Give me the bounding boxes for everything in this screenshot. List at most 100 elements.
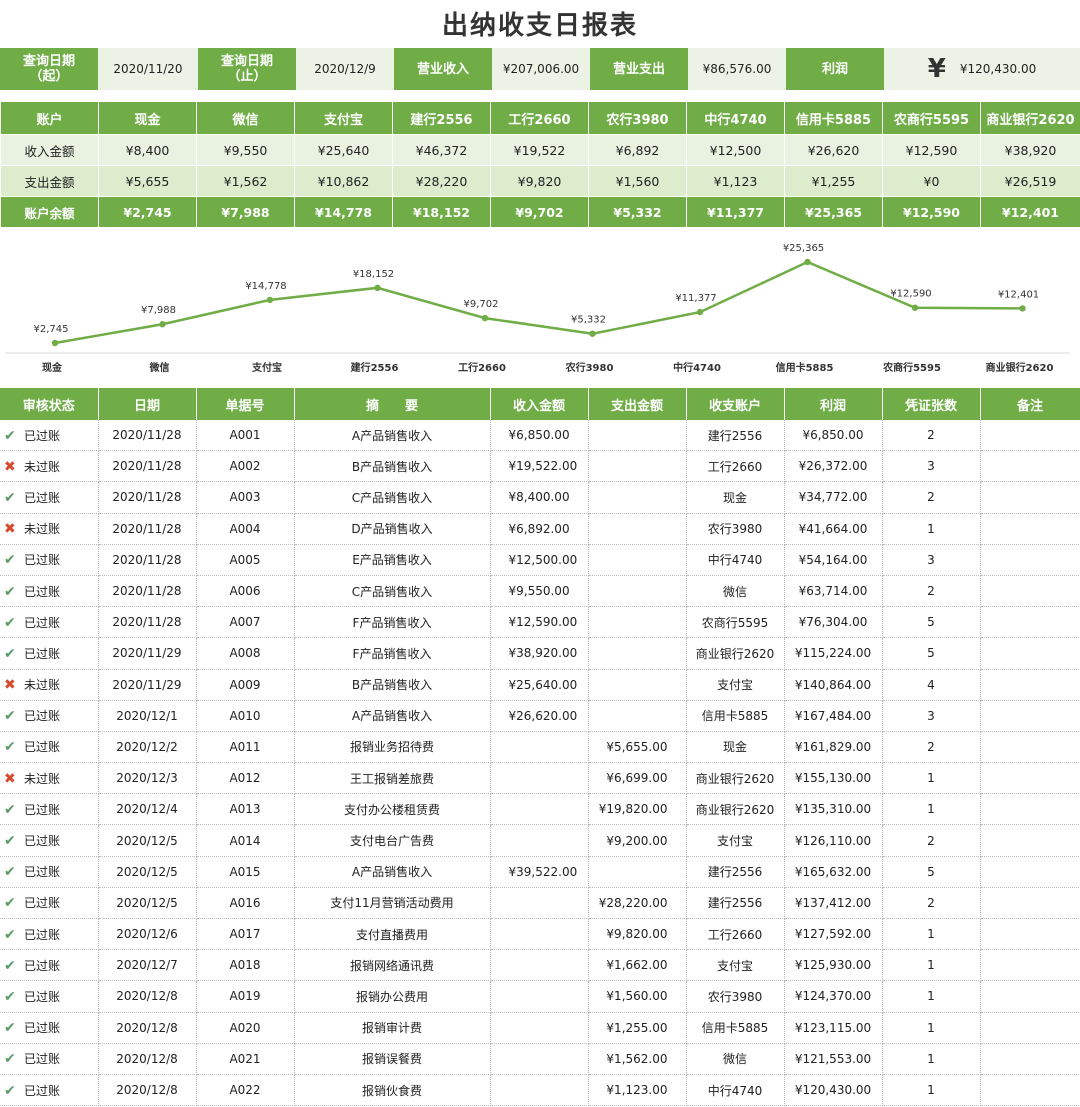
- status-cell[interactable]: ✔ 已过账: [0, 949, 99, 982]
- status-cell[interactable]: ✔ 已过账: [0, 887, 99, 920]
- voucher-count-cell[interactable]: 1: [882, 762, 981, 795]
- doc-number-cell[interactable]: A009: [196, 669, 295, 701]
- status-cell[interactable]: ✔ 已过账: [0, 544, 99, 576]
- account-cell[interactable]: 农行3980: [686, 980, 785, 1013]
- status-cell[interactable]: ✔ 已过账: [0, 824, 99, 857]
- income-amount-cell[interactable]: ¥9,550.00: [490, 575, 589, 608]
- ledger-column-header[interactable]: 利润: [784, 388, 883, 420]
- date-cell[interactable]: 2020/11/28: [98, 481, 197, 514]
- ledger-row[interactable]: ✔ 已过账 2020/11/29 A008 F产品销售收入 ¥38,920.00 商业银行2…: [0, 637, 1080, 670]
- account-cell[interactable]: 信用卡5885: [686, 1012, 785, 1044]
- ledger-column-header[interactable]: 单据号: [196, 388, 295, 420]
- note-cell[interactable]: [980, 1043, 1080, 1075]
- note-cell[interactable]: [980, 1074, 1080, 1107]
- account-cell[interactable]: 中行4740: [686, 544, 785, 576]
- description-cell[interactable]: 报销误餐费: [294, 1043, 491, 1075]
- date-cell[interactable]: 2020/12/3: [98, 762, 197, 795]
- voucher-count-cell[interactable]: 1: [882, 1074, 981, 1107]
- status-cell[interactable]: ✔ 已过账: [0, 481, 99, 514]
- date-cell[interactable]: 2020/12/5: [98, 824, 197, 857]
- doc-number-cell[interactable]: A011: [196, 731, 295, 764]
- profit-cell[interactable]: ¥137,412.00: [784, 887, 883, 920]
- expense-amount-cell[interactable]: [588, 606, 687, 639]
- expense-amount-cell[interactable]: [588, 513, 687, 545]
- status-cell[interactable]: ✔ 已过账: [0, 1012, 99, 1044]
- account-cell[interactable]: 商业银行2620: [686, 793, 785, 826]
- ledger-column-header[interactable]: 摘 要: [294, 388, 491, 420]
- status-cell[interactable]: ✖ 未过账: [0, 513, 99, 545]
- voucher-count-cell[interactable]: 1: [882, 1012, 981, 1044]
- note-cell[interactable]: [980, 513, 1080, 545]
- description-cell[interactable]: C产品销售收入: [294, 575, 491, 608]
- income-amount-cell[interactable]: ¥6,850.00: [490, 420, 589, 452]
- expense-amount-cell[interactable]: ¥1,662.00: [588, 949, 687, 982]
- doc-number-cell[interactable]: A003: [196, 481, 295, 514]
- ledger-row[interactable]: ✔ 已过账 2020/11/28 A007 F产品销售收入 ¥12,590.00 农商行55…: [0, 606, 1080, 639]
- account-cell[interactable]: 建行2556: [686, 856, 785, 888]
- voucher-count-cell[interactable]: 1: [882, 949, 981, 982]
- ledger-row[interactable]: ✔ 已过账 2020/12/1 A010 A产品销售收入 ¥26,620.00 信用卡588…: [0, 700, 1080, 732]
- ledger-column-header[interactable]: 收入金额: [490, 388, 589, 420]
- doc-number-cell[interactable]: A013: [196, 793, 295, 826]
- income-amount-cell[interactable]: [490, 887, 589, 920]
- ledger-column-header[interactable]: 凭证张数: [882, 388, 981, 420]
- note-cell[interactable]: [980, 887, 1080, 920]
- ledger-row[interactable]: ✔ 已过账 2020/12/4 A013 支付办公楼租赁费 ¥19,820.00 商业银行2…: [0, 793, 1080, 826]
- description-cell[interactable]: B产品销售收入: [294, 450, 491, 483]
- voucher-count-cell[interactable]: 2: [882, 824, 981, 857]
- expense-amount-cell[interactable]: ¥1,562.00: [588, 1043, 687, 1075]
- income-amount-cell[interactable]: [490, 918, 589, 951]
- income-amount-cell[interactable]: ¥39,522.00: [490, 856, 589, 888]
- doc-number-cell[interactable]: A012: [196, 762, 295, 795]
- date-cell[interactable]: 2020/11/28: [98, 575, 197, 608]
- description-cell[interactable]: A产品销售收入: [294, 856, 491, 888]
- doc-number-cell[interactable]: A006: [196, 575, 295, 608]
- status-cell[interactable]: ✔ 已过账: [0, 575, 99, 608]
- note-cell[interactable]: [980, 918, 1080, 951]
- income-amount-cell[interactable]: ¥12,590.00: [490, 606, 589, 639]
- description-cell[interactable]: 报销业务招待费: [294, 731, 491, 764]
- date-cell[interactable]: 2020/12/4: [98, 793, 197, 826]
- expense-amount-cell[interactable]: [588, 669, 687, 701]
- profit-cell[interactable]: ¥115,224.00: [784, 637, 883, 670]
- description-cell[interactable]: 报销网络通讯费: [294, 949, 491, 982]
- ledger-row[interactable]: ✔ 已过账 2020/11/28 A005 E产品销售收入 ¥12,500.00 中行474…: [0, 544, 1080, 576]
- ledger-row[interactable]: ✔ 已过账 2020/12/2 A011 报销业务招待费 ¥5,655.00 现金 ¥161,…: [0, 731, 1080, 764]
- voucher-count-cell[interactable]: 5: [882, 637, 981, 670]
- status-cell[interactable]: ✖ 未过账: [0, 669, 99, 701]
- description-cell[interactable]: C产品销售收入: [294, 481, 491, 514]
- doc-number-cell[interactable]: A008: [196, 637, 295, 670]
- start-date-value[interactable]: 2020/11/20: [98, 48, 198, 90]
- voucher-count-cell[interactable]: 2: [882, 887, 981, 920]
- date-cell[interactable]: 2020/12/2: [98, 731, 197, 764]
- account-cell[interactable]: 工行2660: [686, 918, 785, 951]
- profit-cell[interactable]: ¥41,664.00: [784, 513, 883, 545]
- ledger-row[interactable]: ✔ 已过账 2020/11/28 A001 A产品销售收入 ¥6,850.00 建行2556…: [0, 420, 1080, 452]
- date-cell[interactable]: 2020/12/1: [98, 700, 197, 732]
- doc-number-cell[interactable]: A018: [196, 949, 295, 982]
- doc-number-cell[interactable]: A001: [196, 420, 295, 452]
- profit-cell[interactable]: ¥54,164.00: [784, 544, 883, 576]
- date-cell[interactable]: 2020/11/29: [98, 637, 197, 670]
- ledger-row[interactable]: ✔ 已过账 2020/12/8 A020 报销审计费 ¥1,255.00 信用卡5885 ¥1…: [0, 1012, 1080, 1044]
- note-cell[interactable]: [980, 669, 1080, 701]
- account-cell[interactable]: 商业银行2620: [686, 762, 785, 795]
- account-cell[interactable]: 现金: [686, 731, 785, 764]
- note-cell[interactable]: [980, 793, 1080, 826]
- profit-cell[interactable]: ¥63,714.00: [784, 575, 883, 608]
- note-cell[interactable]: [980, 824, 1080, 857]
- ledger-row[interactable]: ✔ 已过账 2020/11/28 A006 C产品销售收入 ¥9,550.00 微信 ¥63,…: [0, 575, 1080, 608]
- income-amount-cell[interactable]: [490, 1012, 589, 1044]
- date-cell[interactable]: 2020/12/6: [98, 918, 197, 951]
- profit-cell[interactable]: ¥135,310.00: [784, 793, 883, 826]
- date-cell[interactable]: 2020/11/28: [98, 544, 197, 576]
- ledger-column-header[interactable]: 日期: [98, 388, 197, 420]
- account-cell[interactable]: 支付宝: [686, 669, 785, 701]
- description-cell[interactable]: E产品销售收入: [294, 544, 491, 576]
- voucher-count-cell[interactable]: 2: [882, 420, 981, 452]
- profit-cell[interactable]: ¥76,304.00: [784, 606, 883, 639]
- status-cell[interactable]: ✔ 已过账: [0, 700, 99, 732]
- expense-amount-cell[interactable]: ¥1,255.00: [588, 1012, 687, 1044]
- account-cell[interactable]: 支付宝: [686, 949, 785, 982]
- date-cell[interactable]: 2020/12/7: [98, 949, 197, 982]
